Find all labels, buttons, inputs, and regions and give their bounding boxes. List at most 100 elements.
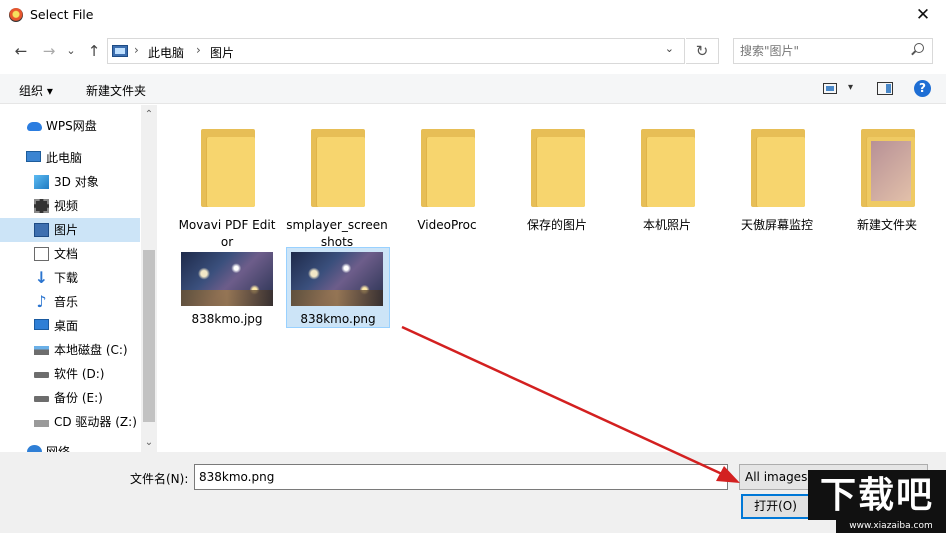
folder-item[interactable]: 新建文件夹 <box>833 113 941 233</box>
scroll-up-arrow[interactable]: ⌃ <box>141 107 157 123</box>
sidebar-item-drive-e[interactable]: 备份 (E:) <box>0 386 140 410</box>
file-list: Movavi PDF Editor smplayer_screenshots V… <box>158 105 946 452</box>
watermark-main-text: 下载吧 <box>808 470 946 520</box>
folder-item[interactable]: VideoProc <box>393 113 501 233</box>
breadcrumb-separator: › <box>134 43 139 57</box>
view-dropdown-icon[interactable]: ▾ <box>848 82 853 93</box>
sidebar-item-desktop[interactable]: 桌面 <box>0 314 140 338</box>
sidebar-item-3d-objects[interactable]: 3D 对象 <box>0 170 140 194</box>
download-icon: ↓ <box>34 268 49 287</box>
sidebar-item-drive-c[interactable]: 本地磁盘 (C:) <box>0 338 140 362</box>
close-button[interactable]: ✕ <box>900 0 946 31</box>
filename-label: 文件名(N): <box>130 472 189 486</box>
app-icon <box>9 8 23 22</box>
recent-locations-dropdown[interactable]: ⌄ <box>64 41 78 61</box>
folder-icon <box>751 129 805 207</box>
sidebar-item-wps-cloud[interactable]: WPS网盘 <box>0 114 140 138</box>
folder-icon <box>311 129 365 207</box>
back-arrow-icon[interactable]: ← <box>12 41 30 61</box>
pictures-icon <box>34 223 49 237</box>
address-bar[interactable]: › 此电脑 › 图片 ⌄ <box>107 38 685 64</box>
scrollbar-thumb[interactable] <box>143 250 155 422</box>
sidebar-item-network[interactable]: 网络 <box>0 440 140 452</box>
drive-icon <box>34 396 49 402</box>
image-file-item[interactable]: 838kmo.jpg <box>177 248 277 328</box>
search-box[interactable] <box>733 38 933 64</box>
folder-label: Movavi PDF Editor <box>178 218 276 249</box>
sidebar-item-this-pc[interactable]: 此电脑 <box>0 146 140 170</box>
window-title: Select File <box>30 7 94 22</box>
refresh-button[interactable]: ↻ <box>686 38 719 64</box>
pictures-location-icon <box>112 45 128 57</box>
filename-input[interactable] <box>199 466 719 488</box>
folder-item[interactable]: 本机照片 <box>613 113 721 233</box>
music-icon: ♪ <box>36 292 47 311</box>
sidebar-item-label: 图片 <box>54 223 79 237</box>
sidebar-scrollbar[interactable]: ⌃ ⌄ <box>141 105 157 452</box>
filename-field[interactable] <box>194 464 728 490</box>
file-label: 838kmo.jpg <box>191 312 263 326</box>
breadcrumb-separator: › <box>196 43 201 57</box>
sidebar-item-label: 本地磁盘 (C:) <box>54 343 128 357</box>
title-bar: Select File ✕ <box>0 0 946 31</box>
new-folder-button[interactable]: 新建文件夹 <box>86 82 146 99</box>
sidebar-item-music[interactable]: ♪ 音乐 <box>0 290 140 314</box>
up-arrow-icon[interactable]: ↑ <box>85 41 103 61</box>
view-mode-icon[interactable] <box>823 83 837 94</box>
folder-item[interactable]: 保存的图片 <box>503 113 611 233</box>
sidebar-item-cd-drive-z[interactable]: CD 驱动器 (Z:) <box>0 410 140 434</box>
chevron-down-icon[interactable]: ⌄ <box>665 42 674 55</box>
network-icon <box>27 445 42 452</box>
video-icon <box>34 199 49 213</box>
folder-label: 本机照片 <box>642 218 691 232</box>
image-thumbnail <box>181 252 273 306</box>
documents-icon <box>34 247 49 261</box>
folder-item[interactable]: smplayer_screenshots <box>283 113 391 249</box>
folder-label: 天傲屏幕监控 <box>740 218 813 232</box>
folder-icon <box>861 129 915 207</box>
drive-icon <box>34 372 49 378</box>
organize-menu[interactable]: 组织 ▾ <box>19 82 53 99</box>
sidebar-item-documents[interactable]: 文档 <box>0 242 140 266</box>
forward-arrow-icon[interactable]: → <box>40 41 58 61</box>
sidebar-item-label: 音乐 <box>54 295 79 309</box>
help-icon[interactable]: ? <box>914 80 931 97</box>
sidebar-item-pictures[interactable]: 图片 <box>0 218 140 242</box>
folder-label: 新建文件夹 <box>856 218 917 232</box>
file-label: 838kmo.png <box>300 312 376 326</box>
sidebar-item-label: CD 驱动器 (Z:) <box>54 415 137 429</box>
pc-icon <box>26 151 41 162</box>
drive-icon <box>34 346 49 355</box>
search-icon[interactable] <box>914 43 924 53</box>
breadcrumb-this-pc[interactable]: 此电脑 <box>148 44 184 61</box>
breadcrumb-pictures[interactable]: 图片 <box>210 44 234 61</box>
search-input[interactable] <box>740 40 910 62</box>
folder-label: 保存的图片 <box>526 218 587 232</box>
desktop-icon <box>34 319 49 330</box>
3d-objects-icon <box>34 175 49 189</box>
sidebar-item-label: 下载 <box>54 271 79 285</box>
sidebar-item-videos[interactable]: 视频 <box>0 194 140 218</box>
file-dialog-footer: 文件名(N): All images (*.jpg;*.jpeg;*.tif;*… <box>0 452 946 533</box>
cd-drive-icon <box>34 420 49 427</box>
folder-item[interactable]: 天傲屏幕监控 <box>723 113 831 233</box>
sidebar-item-label: 备份 (E:) <box>54 391 103 405</box>
watermark-logo: 下载吧 www.xiazaiba.com <box>808 470 946 533</box>
sidebar-item-label: 视频 <box>54 199 79 213</box>
sidebar-item-label: 桌面 <box>54 319 79 333</box>
folder-label: VideoProc <box>417 218 477 232</box>
sidebar-item-downloads[interactable]: ↓ 下载 <box>0 266 140 290</box>
watermark-url: www.xiazaiba.com <box>836 520 946 533</box>
sidebar-item-label: 3D 对象 <box>54 175 99 189</box>
folder-label: smplayer_screenshots <box>286 218 388 249</box>
image-file-item-selected[interactable]: 838kmo.png <box>286 247 390 328</box>
open-button[interactable]: 打开(O) <box>741 494 810 519</box>
scroll-down-arrow[interactable]: ⌄ <box>141 435 157 451</box>
sidebar-item-drive-d[interactable]: 软件 (D:) <box>0 362 140 386</box>
folder-item[interactable]: Movavi PDF Editor <box>173 113 281 249</box>
command-toolbar: 组织 ▾ 新建文件夹 ▾ ? <box>0 74 946 104</box>
navigation-pane: WPS网盘 此电脑 3D 对象 视频 图片 文档 ↓ 下载 ♪ 音乐 桌面 本地… <box>0 105 157 452</box>
preview-pane-icon[interactable] <box>877 82 893 95</box>
folder-icon <box>641 129 695 207</box>
folder-icon <box>421 129 475 207</box>
